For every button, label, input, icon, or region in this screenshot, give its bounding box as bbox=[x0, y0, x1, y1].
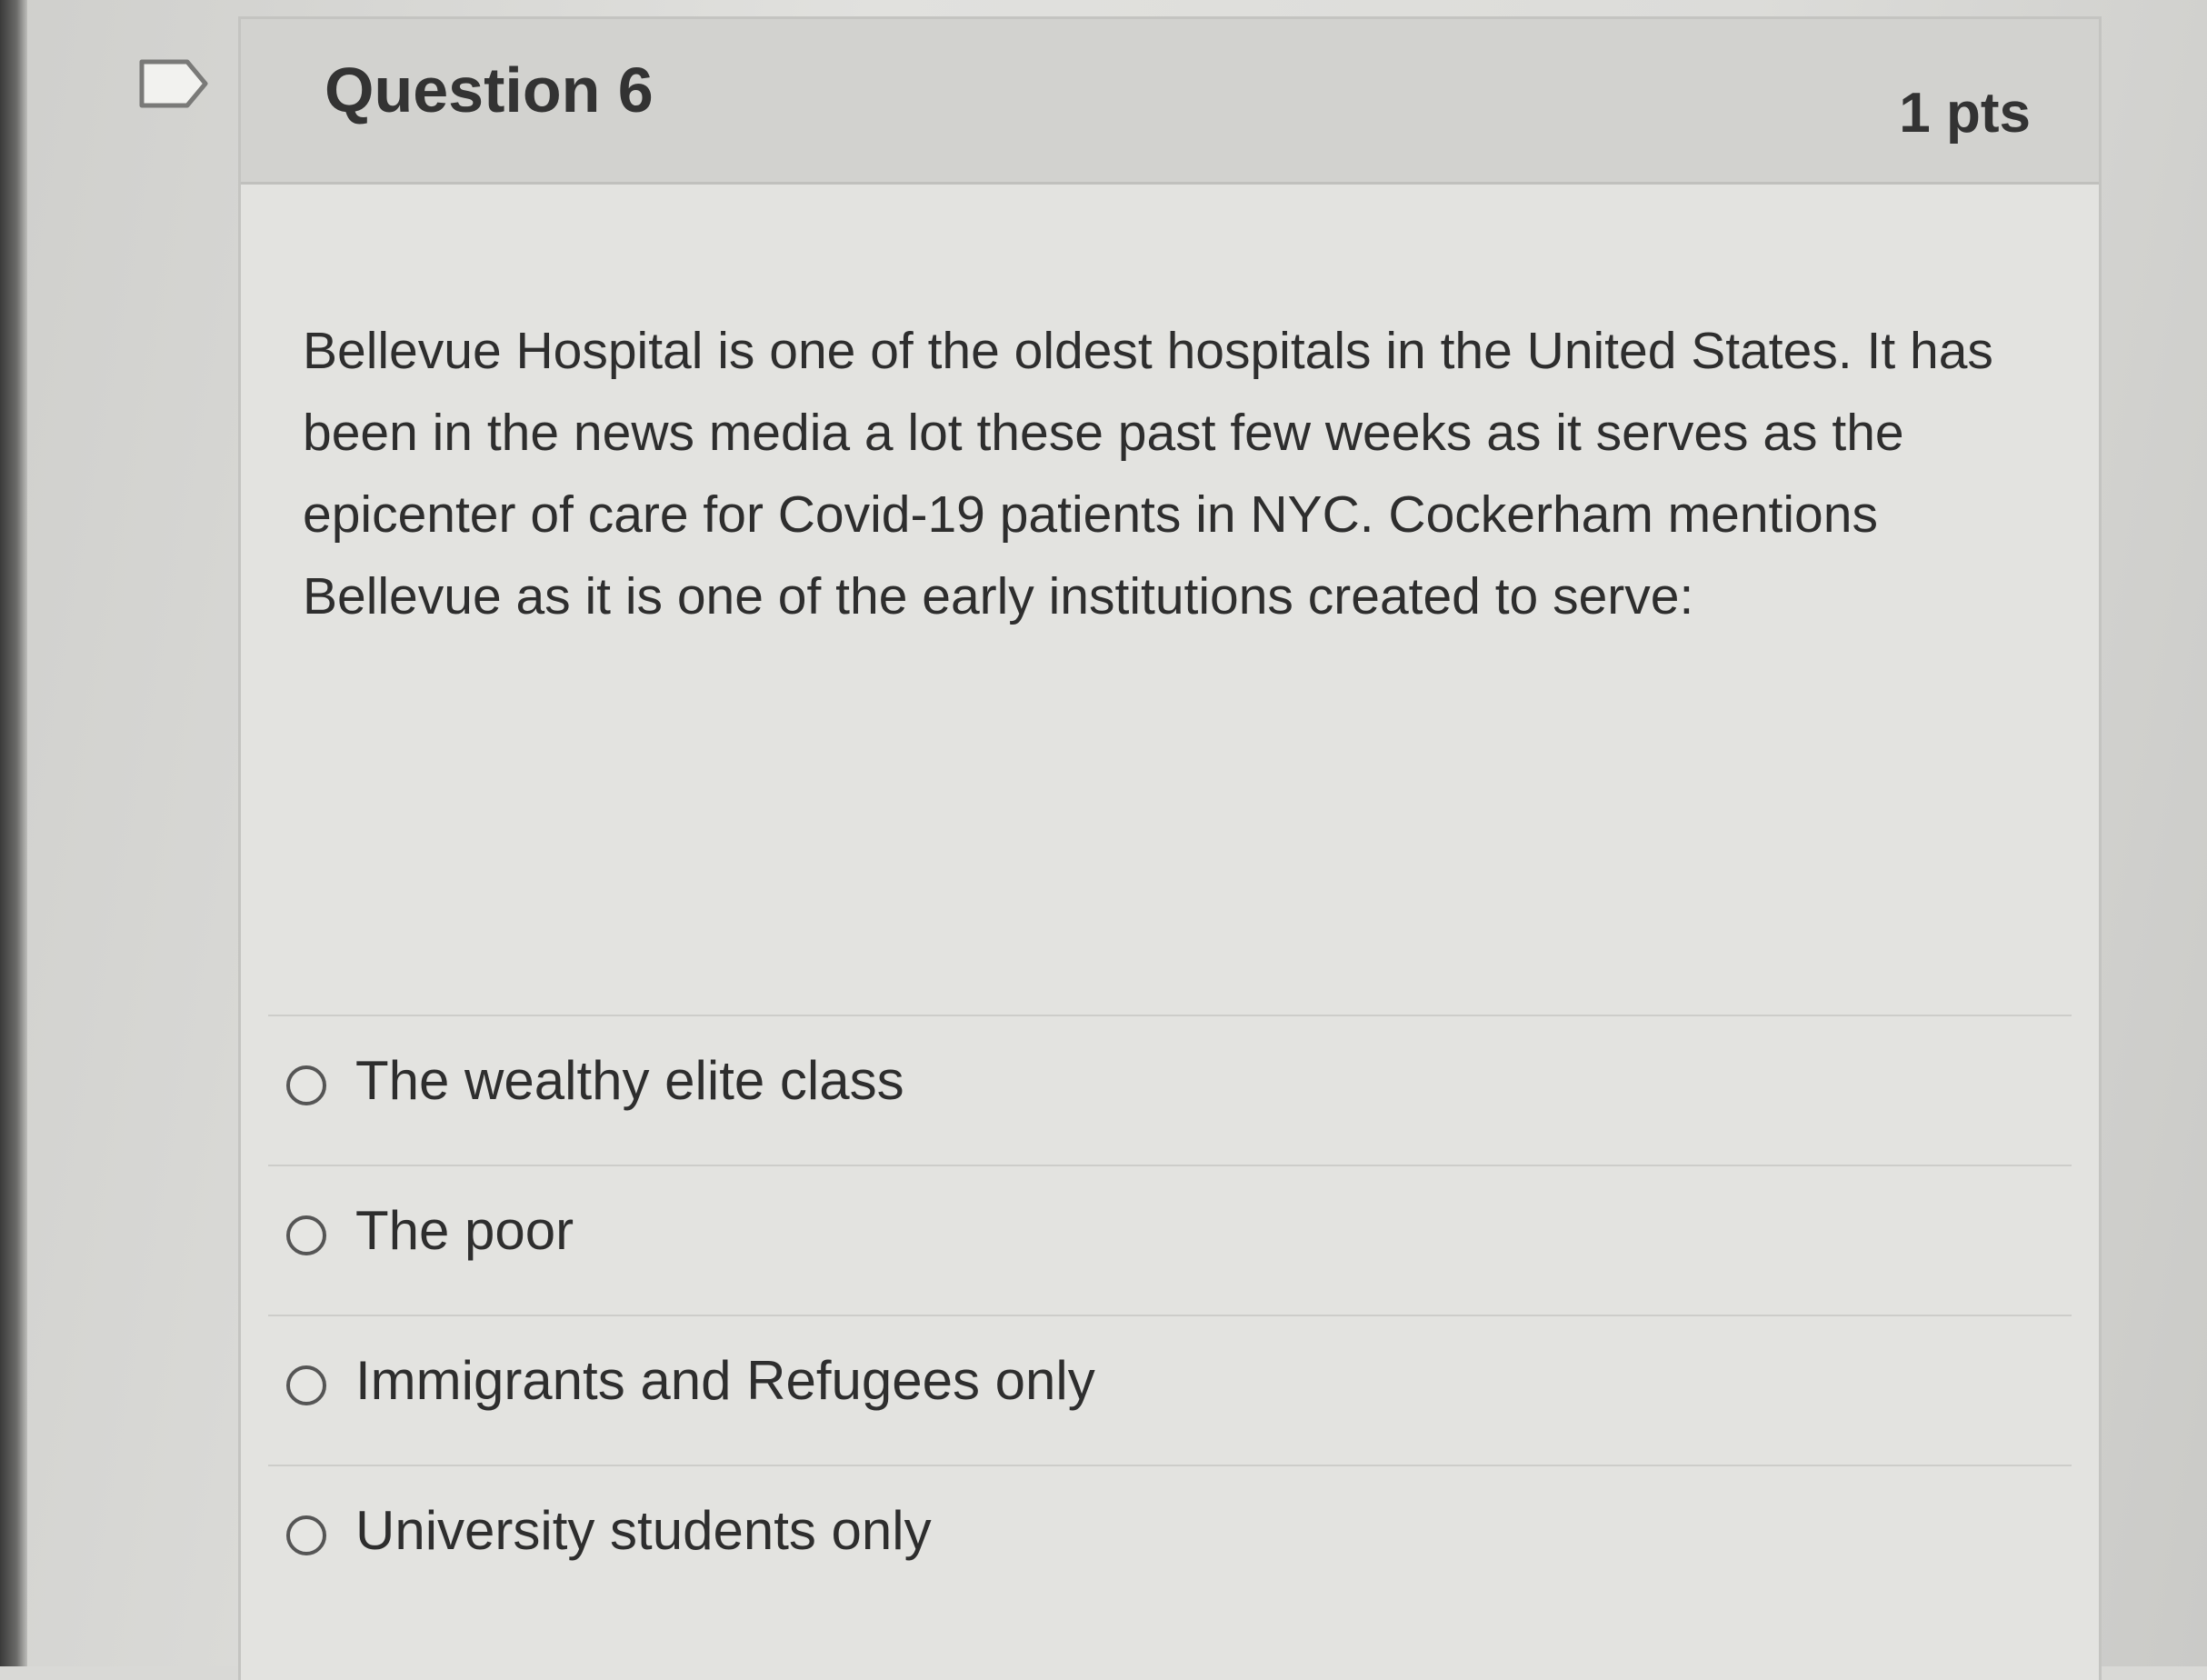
question-header: Question 6 1 pts bbox=[241, 19, 2099, 185]
monitor-bezel bbox=[0, 0, 27, 1666]
answer-option[interactable]: The wealthy elite class bbox=[268, 1015, 2072, 1165]
answer-label[interactable]: Immigrants and Refugees only bbox=[355, 1349, 1095, 1412]
answer-label[interactable]: University students only bbox=[355, 1499, 932, 1562]
flag-icon[interactable] bbox=[138, 58, 209, 109]
question-points: 1 pts bbox=[1899, 82, 2031, 145]
question-text: Bellevue Hospital is one of the oldest h… bbox=[303, 322, 1993, 625]
answer-option[interactable]: University students only bbox=[268, 1465, 2072, 1615]
answer-label[interactable]: The wealthy elite class bbox=[355, 1049, 904, 1112]
answer-option[interactable]: The poor bbox=[268, 1165, 2072, 1315]
answer-option[interactable]: Immigrants and Refugees only bbox=[268, 1315, 2072, 1465]
radio-button[interactable] bbox=[286, 1515, 326, 1555]
radio-button[interactable] bbox=[286, 1365, 326, 1405]
screen: Question 6 1 pts Bellevue Hospital is on… bbox=[0, 0, 2207, 1680]
question-title: Question 6 bbox=[325, 55, 654, 125]
radio-button[interactable] bbox=[286, 1065, 326, 1105]
question-card: Question 6 1 pts Bellevue Hospital is on… bbox=[238, 16, 2102, 1680]
answer-label[interactable]: The poor bbox=[355, 1199, 574, 1262]
answer-list: The wealthy elite class The poor Immigra… bbox=[241, 1015, 2099, 1615]
radio-button[interactable] bbox=[286, 1215, 326, 1255]
